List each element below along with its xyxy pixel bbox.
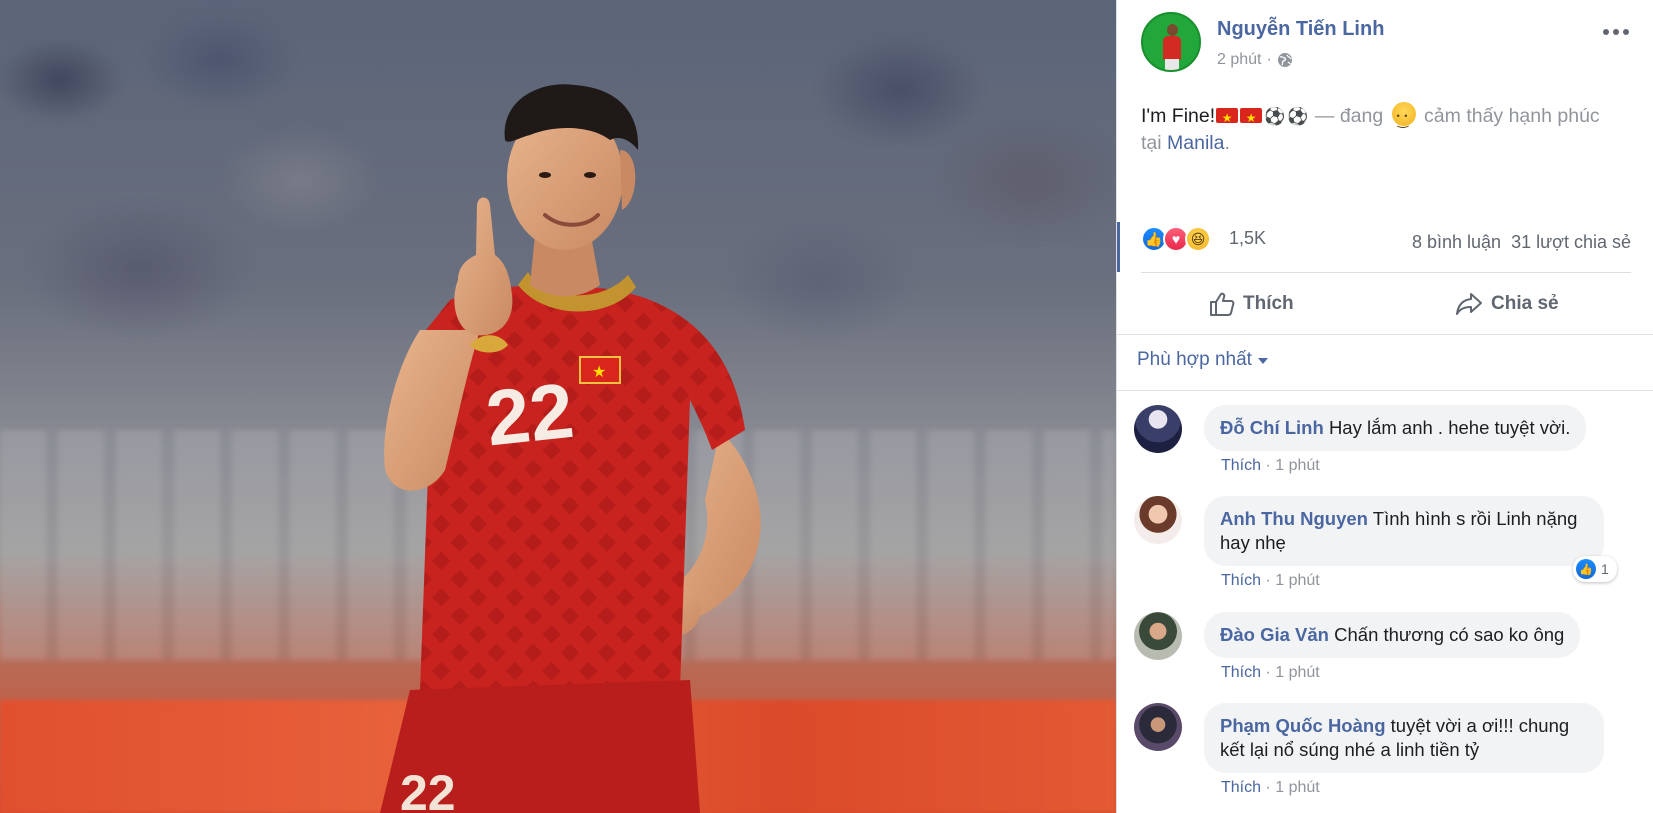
comment-actions: Thích · 1 phút <box>1221 572 1320 590</box>
engagement-counts: 8 bình luận 31 lượt chia sẻ <box>1412 232 1631 253</box>
commenter-avatar[interactable] <box>1134 405 1182 453</box>
sort-label: Phù hợp nhất <box>1137 349 1252 370</box>
post-status: I'm Fine! <box>1141 105 1216 127</box>
comment-actions: Thích · 1 phút <box>1221 664 1320 682</box>
post-text-end: . <box>1224 132 1230 154</box>
vietnam-flag-emoji <box>1240 105 1263 132</box>
like-label: Thích <box>1243 293 1294 314</box>
comment-time[interactable]: 1 phút <box>1275 779 1319 796</box>
separator: · <box>1261 664 1276 681</box>
comment-count[interactable]: 8 bình luận <box>1412 232 1501 252</box>
player-figure: 22 ★ 22 <box>380 84 761 813</box>
commenter-name[interactable]: Anh Thu Nguyen <box>1220 508 1368 529</box>
comment-like-badge[interactable]: 👍 1 <box>1573 556 1617 582</box>
divider <box>1117 390 1653 391</box>
comment-actions: Thích · 1 phút <box>1221 779 1320 797</box>
feeling-prefix: — đang <box>1309 105 1389 127</box>
post-detail-panel: Nguyễn Tiến Linh 2 phút · I'm Fine! ⚽⚽ — … <box>1116 0 1653 813</box>
haha-reaction-icon: 😆 <box>1185 226 1211 252</box>
author-name[interactable]: Nguyễn Tiến Linh <box>1217 18 1384 41</box>
comment-bubble: Đào Gia Văn Chấn thương có sao ko ông <box>1204 612 1581 658</box>
post-text: I'm Fine!⚽⚽ — đang cảm thấy hạnh phúc tạ… <box>1141 102 1611 157</box>
comment-bubble: Anh Thu Nguyen Tình hình s rồi Linh nặng… <box>1204 496 1604 566</box>
vietnam-flag-emoji <box>1216 105 1239 132</box>
globe-icon[interactable] <box>1277 52 1293 68</box>
comment-like-link[interactable]: Thích <box>1221 664 1261 681</box>
thumbs-up-icon <box>1210 292 1235 316</box>
post-header: Nguyễn Tiến Linh 2 phút · <box>1141 12 1631 74</box>
comment-actions: Thích · 1 phút <box>1221 457 1320 475</box>
commenter-name[interactable]: Đỗ Chí Linh <box>1220 417 1324 438</box>
comment-text: Chấn thương có sao ko ông <box>1334 624 1565 645</box>
svg-text:22: 22 <box>400 765 456 813</box>
comment-like-link[interactable]: Thích <box>1221 457 1261 474</box>
share-button[interactable]: Chia sẻ <box>1455 286 1559 322</box>
separator: · <box>1261 779 1276 796</box>
commenter-avatar[interactable] <box>1134 703 1182 751</box>
comment-sort-dropdown[interactable]: Phù hợp nhất <box>1137 349 1268 371</box>
commenter-avatar[interactable] <box>1134 496 1182 544</box>
post-meta: 2 phút · <box>1217 51 1293 69</box>
meta-separator: · <box>1266 51 1272 68</box>
smiley-emoji <box>1391 102 1416 134</box>
share-arrow-icon <box>1456 293 1482 315</box>
divider <box>1117 334 1653 335</box>
like-reaction-icon: 👍 <box>1576 559 1596 579</box>
comment-like-link[interactable]: Thích <box>1221 779 1261 796</box>
comment-time[interactable]: 1 phút <box>1275 572 1319 589</box>
share-label: Chia sẻ <box>1491 293 1559 314</box>
location-link[interactable]: Manila <box>1167 132 1224 154</box>
soccer-ball-emoji: ⚽ <box>1287 107 1309 126</box>
commenter-name[interactable]: Đào Gia Văn <box>1220 624 1329 645</box>
svg-text:★: ★ <box>592 362 606 381</box>
post-time[interactable]: 2 phút <box>1217 51 1261 69</box>
separator: · <box>1261 572 1276 589</box>
reaction-icons[interactable]: 👍 ♥ 😆 <box>1141 226 1211 252</box>
comment-time[interactable]: 1 phút <box>1275 457 1319 474</box>
jersey-number: 22 <box>482 366 577 463</box>
comment-like-link[interactable]: Thích <box>1221 572 1261 589</box>
reaction-summary: 👍 ♥ 😆 1,5K 8 bình luận 31 lượt chia sẻ <box>1117 222 1631 272</box>
comment-time[interactable]: 1 phút <box>1275 664 1319 681</box>
share-count[interactable]: 31 lượt chia sẻ <box>1511 232 1631 252</box>
more-options-icon[interactable] <box>1601 22 1631 42</box>
comment-text: Hay lắm anh . hehe tuyệt vời. <box>1328 417 1571 438</box>
commenter-avatar[interactable] <box>1134 612 1182 660</box>
soccer-ball-emoji: ⚽ <box>1264 107 1286 126</box>
caret-down-icon <box>1257 358 1268 364</box>
post-photo[interactable]: 22 ★ 22 <box>0 0 1116 813</box>
divider <box>1141 272 1631 273</box>
author-avatar[interactable] <box>1141 12 1201 72</box>
comment-bubble: Phạm Quốc Hoàng tuyệt vời a ơi!!! chung … <box>1204 703 1604 773</box>
commenter-name[interactable]: Phạm Quốc Hoàng <box>1220 715 1386 736</box>
separator: · <box>1261 457 1276 474</box>
comment-bubble: Đỗ Chí Linh Hay lắm anh . hehe tuyệt vời… <box>1204 405 1587 451</box>
like-button[interactable]: Thích <box>1209 286 1294 322</box>
reaction-count[interactable]: 1,5K <box>1229 228 1266 249</box>
accent-bar <box>1117 222 1120 272</box>
comment-like-count: 1 <box>1601 561 1609 577</box>
